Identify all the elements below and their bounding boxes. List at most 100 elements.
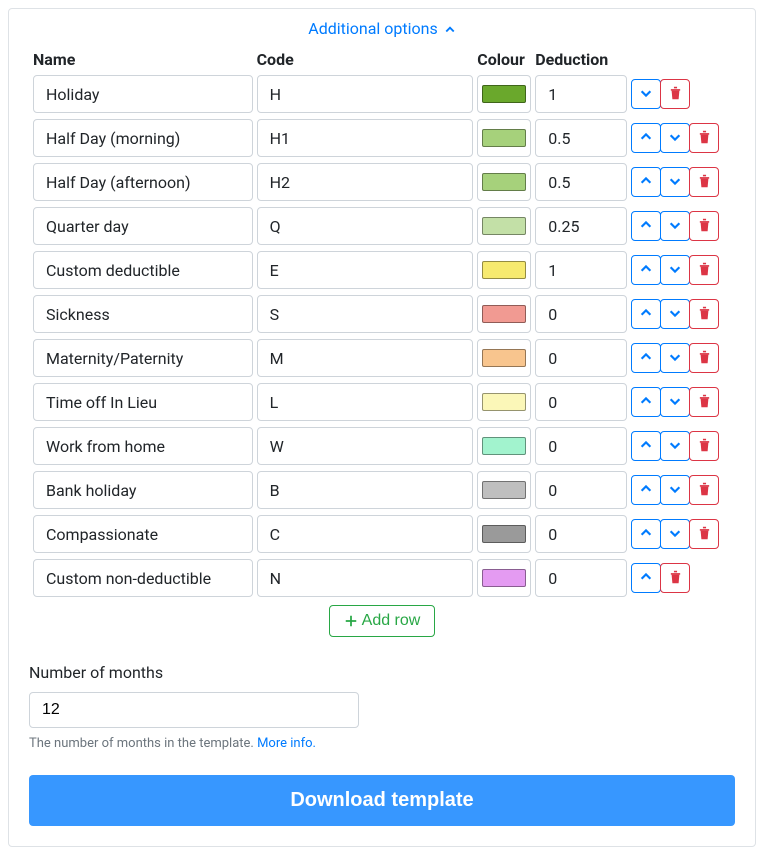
deduction-cell[interactable]: 1 — [535, 75, 627, 113]
colour-cell[interactable] — [477, 339, 531, 377]
name-cell[interactable]: Custom non-deductible — [33, 559, 253, 597]
deduction-cell[interactable]: 0 — [535, 383, 627, 421]
move-up-button[interactable] — [631, 123, 661, 153]
code-cell[interactable]: N — [257, 559, 474, 597]
chevron-down-icon — [668, 394, 682, 411]
move-up-button[interactable] — [631, 343, 661, 373]
move-up-button[interactable] — [631, 519, 661, 549]
months-more-info-link[interactable]: More info. — [257, 736, 316, 751]
delete-row-button[interactable] — [689, 343, 719, 373]
deduction-value: 0 — [548, 481, 557, 500]
move-up-button[interactable] — [631, 299, 661, 329]
colour-cell[interactable] — [477, 75, 531, 113]
name-cell[interactable]: Compassionate — [33, 515, 253, 553]
move-up-button[interactable] — [631, 387, 661, 417]
colour-cell[interactable] — [477, 471, 531, 509]
code-cell[interactable]: E — [257, 251, 474, 289]
name-cell[interactable]: Work from home — [33, 427, 253, 465]
move-down-button[interactable] — [631, 79, 661, 109]
delete-row-button[interactable] — [689, 431, 719, 461]
add-row-button[interactable]: Add row — [329, 605, 436, 637]
move-up-button[interactable] — [631, 167, 661, 197]
colour-cell[interactable] — [477, 427, 531, 465]
delete-row-button[interactable] — [689, 255, 719, 285]
move-down-button[interactable] — [660, 255, 690, 285]
delete-row-button[interactable] — [660, 79, 690, 109]
deduction-cell[interactable]: 0 — [535, 471, 627, 509]
name-cell[interactable]: Holiday — [33, 75, 253, 113]
name-value: Sickness — [46, 305, 110, 324]
delete-row-button[interactable] — [689, 167, 719, 197]
months-input[interactable] — [29, 692, 359, 728]
move-down-button[interactable] — [660, 475, 690, 505]
code-cell[interactable]: L — [257, 383, 474, 421]
download-template-button[interactable]: Download template — [29, 775, 735, 826]
code-cell[interactable]: Q — [257, 207, 474, 245]
row-actions — [631, 79, 731, 109]
deduction-cell[interactable]: 0.5 — [535, 163, 627, 201]
move-up-button[interactable] — [631, 563, 661, 593]
name-cell[interactable]: Bank holiday — [33, 471, 253, 509]
colour-cell[interactable] — [477, 207, 531, 245]
deduction-cell[interactable]: 0 — [535, 559, 627, 597]
deduction-cell[interactable]: 0.25 — [535, 207, 627, 245]
code-cell[interactable]: H2 — [257, 163, 474, 201]
colour-cell[interactable] — [477, 515, 531, 553]
delete-row-button[interactable] — [689, 211, 719, 241]
code-cell[interactable]: B — [257, 471, 474, 509]
name-cell[interactable]: Maternity/Paternity — [33, 339, 253, 377]
delete-row-button[interactable] — [660, 563, 690, 593]
move-down-button[interactable] — [660, 343, 690, 373]
deduction-cell[interactable]: 0 — [535, 295, 627, 333]
colour-cell[interactable] — [477, 163, 531, 201]
move-down-button[interactable] — [660, 299, 690, 329]
delete-row-button[interactable] — [689, 475, 719, 505]
move-down-button[interactable] — [660, 431, 690, 461]
code-cell[interactable]: S — [257, 295, 474, 333]
months-label: Number of months — [29, 663, 735, 682]
chevron-down-icon — [668, 526, 682, 543]
code-value: N — [270, 569, 281, 588]
deduction-value: 0.5 — [548, 129, 570, 148]
colour-cell[interactable] — [477, 295, 531, 333]
colour-cell[interactable] — [477, 251, 531, 289]
code-value: Q — [270, 217, 281, 236]
colour-cell[interactable] — [477, 559, 531, 597]
name-cell[interactable]: Custom deductible — [33, 251, 253, 289]
deduction-cell[interactable]: 0 — [535, 515, 627, 553]
deduction-cell[interactable]: 1 — [535, 251, 627, 289]
code-cell[interactable]: M — [257, 339, 474, 377]
delete-row-button[interactable] — [689, 519, 719, 549]
move-down-button[interactable] — [660, 519, 690, 549]
name-value: Half Day (afternoon) — [46, 173, 191, 192]
delete-row-button[interactable] — [689, 387, 719, 417]
delete-row-button[interactable] — [689, 123, 719, 153]
code-cell[interactable]: H — [257, 75, 474, 113]
deduction-cell[interactable]: 0 — [535, 427, 627, 465]
name-cell[interactable]: Sickness — [33, 295, 253, 333]
move-down-button[interactable] — [660, 211, 690, 241]
colour-cell[interactable] — [477, 383, 531, 421]
move-up-button[interactable] — [631, 431, 661, 461]
move-up-button[interactable] — [631, 211, 661, 241]
name-cell[interactable]: Time off In Lieu — [33, 383, 253, 421]
additional-options-toggle[interactable]: Additional options — [29, 9, 735, 50]
code-cell[interactable]: W — [257, 427, 474, 465]
deduction-cell[interactable]: 0 — [535, 339, 627, 377]
table-row: Custom deductibleE 1 — [33, 251, 731, 295]
row-actions — [631, 387, 731, 417]
delete-row-button[interactable] — [689, 299, 719, 329]
code-cell[interactable]: H1 — [257, 119, 474, 157]
move-down-button[interactable] — [660, 167, 690, 197]
move-down-button[interactable] — [660, 123, 690, 153]
deduction-cell[interactable]: 0.5 — [535, 119, 627, 157]
code-cell[interactable]: C — [257, 515, 474, 553]
name-cell[interactable]: Quarter day — [33, 207, 253, 245]
move-up-button[interactable] — [631, 255, 661, 285]
colour-cell[interactable] — [477, 119, 531, 157]
name-cell[interactable]: Half Day (afternoon) — [33, 163, 253, 201]
deduction-value: 0 — [548, 393, 557, 412]
move-down-button[interactable] — [660, 387, 690, 417]
move-up-button[interactable] — [631, 475, 661, 505]
name-cell[interactable]: Half Day (morning) — [33, 119, 253, 157]
